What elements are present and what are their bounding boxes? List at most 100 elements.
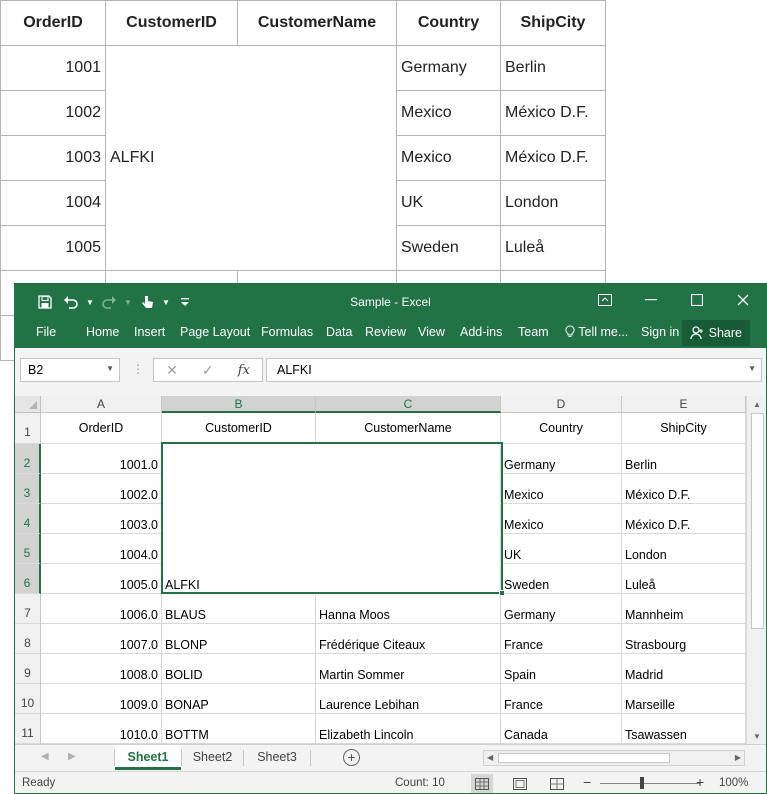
scroll-down-icon[interactable]: ▼ [753,732,761,741]
ship-city-cell[interactable]: México D.F. [500,90,606,136]
grid-cell[interactable]: Canada [501,714,622,744]
grid-cell[interactable] [162,534,316,564]
status-count[interactable]: Count: 10 [395,777,445,789]
sign-in-link[interactable]: Sign in [641,325,679,339]
grid-cell[interactable] [162,504,316,534]
tab-view[interactable]: View [418,325,445,339]
grid-cell[interactable]: 1008.0 [41,654,162,684]
table-row[interactable]: 1001 ALFKI Germany Berlin [0,45,606,271]
grid-cell[interactable]: Marseille [622,684,746,714]
grid-cell[interactable] [316,474,501,504]
share-button[interactable]: Share [681,320,750,346]
insert-function-icon[interactable]: fx [238,363,250,378]
grid-cell[interactable]: Luleå [622,564,746,594]
grid-cell[interactable]: France [501,624,622,654]
cancel-entry-icon[interactable]: ✕ [166,362,178,379]
zoom-level[interactable]: 100% [719,777,748,789]
country-cell[interactable]: Mexico [396,90,501,136]
name-box[interactable]: B2 ▼ [20,358,120,382]
ship-city-cell[interactable]: Berlin [500,45,606,91]
grid-cell[interactable]: London [622,534,746,564]
grid-cell[interactable]: Spain [501,654,622,684]
grid-cell[interactable]: 1002.0 [41,474,162,504]
scroll-right-icon[interactable]: ▶ [735,753,741,762]
row-header[interactable]: 1 [15,413,41,444]
grid-cell[interactable]: Berlin [622,444,746,474]
header-customer-name[interactable]: CustomerName [237,0,397,46]
page-break-preview-icon[interactable] [546,774,568,793]
country-cell[interactable]: UK [396,180,501,226]
vertical-scrollbar[interactable]: ▲ ▼ [746,396,766,744]
grid-cell[interactable]: BLONP [162,624,316,654]
grid-cell[interactable]: 1009.0 [41,684,162,714]
grid-cell[interactable]: 1005.0 [41,564,162,594]
column-header-c[interactable]: C [316,396,501,413]
grid-cell[interactable]: Mannheim [622,594,746,624]
order-id-cell[interactable]: 1002 [0,90,106,136]
column-header-e[interactable]: E [622,396,746,413]
header-ship-city[interactable]: ShipCity [500,0,606,46]
maximize-icon[interactable] [674,284,720,316]
row-header[interactable]: 6 [15,564,41,594]
grid-cell[interactable]: ALFKI [162,564,316,594]
grid-cell[interactable]: Elizabeth Lincoln [316,714,501,744]
row-header[interactable]: 7 [15,594,41,624]
grid-cell[interactable]: Sweden [501,564,622,594]
grid-cell[interactable]: Laurence Lebihan [316,684,501,714]
row-header[interactable]: 4 [15,504,41,534]
header-country[interactable]: Country [396,0,501,46]
row-header[interactable]: 2 [15,444,41,474]
grid-cell[interactable]: Tsawassen [622,714,746,744]
header-customer-id[interactable]: CustomerID [105,0,238,46]
close-icon[interactable] [720,284,766,316]
confirm-entry-icon[interactable]: ✓ [202,362,214,379]
order-id-cell[interactable]: 1004 [0,180,106,226]
grid-cell[interactable]: Frédérique Citeaux [316,624,501,654]
grid-cell[interactable]: Madrid [622,654,746,684]
tab-insert[interactable]: Insert [134,325,165,339]
grid-cell[interactable]: 1001.0 [41,444,162,474]
tell-me-search[interactable]: Tell me... [565,325,628,339]
grid-cell[interactable] [316,564,501,594]
formula-input[interactable]: ALFKI ▼ [266,358,762,382]
grid-cell[interactable]: 1006.0 [41,594,162,624]
normal-view-icon[interactable] [471,774,493,793]
grid-cell[interactable]: UK [501,534,622,564]
scroll-left-icon[interactable]: ◀ [487,753,493,762]
column-title-cell[interactable]: CustomerName [316,413,501,444]
sheet-tab-sheet3[interactable]: Sheet3 [244,745,310,770]
tab-data[interactable]: Data [326,325,352,339]
page-layout-view-icon[interactable] [509,774,531,793]
sheet-tab-sheet1[interactable]: Sheet1 [115,745,181,770]
country-cell[interactable]: Sweden [396,225,501,271]
row-header[interactable]: 5 [15,534,41,564]
scroll-up-icon[interactable]: ▲ [753,400,761,409]
grid-cell[interactable]: France [501,684,622,714]
grid-cell[interactable]: BOTTM [162,714,316,744]
grid-cell[interactable] [316,534,501,564]
grid-cell[interactable]: Martin Sommer [316,654,501,684]
grid-cell[interactable] [162,444,316,474]
row-header[interactable]: 8 [15,624,41,654]
formula-bar-grip-icon[interactable]: ⋮ [132,362,144,376]
horizontal-scrollbar[interactable]: ◀ ▶ [483,750,745,766]
column-title-cell[interactable]: ShipCity [622,413,746,444]
tab-file[interactable]: File [36,325,56,339]
column-title-cell[interactable]: CustomerID [162,413,316,444]
grid-cell[interactable]: Germany [501,594,622,624]
ship-city-cell[interactable]: London [500,180,606,226]
country-cell[interactable]: Germany [396,45,501,91]
grid-cell[interactable]: 1003.0 [41,504,162,534]
grid-cell[interactable]: 1007.0 [41,624,162,654]
grid-cell[interactable] [316,504,501,534]
grid-cell[interactable]: Germany [501,444,622,474]
grid-cell[interactable]: BLAUS [162,594,316,624]
vertical-scroll-thumb[interactable] [751,413,764,629]
order-id-cell[interactable]: 1003 [0,135,106,181]
ship-city-cell[interactable]: México D.F. [500,135,606,181]
grid-cell[interactable]: México D.F. [622,474,746,504]
grid-cell[interactable]: Mexico [501,474,622,504]
grid-cell[interactable] [162,474,316,504]
tab-add-ins[interactable]: Add-ins [460,325,502,339]
row-header[interactable]: 10 [15,684,41,714]
